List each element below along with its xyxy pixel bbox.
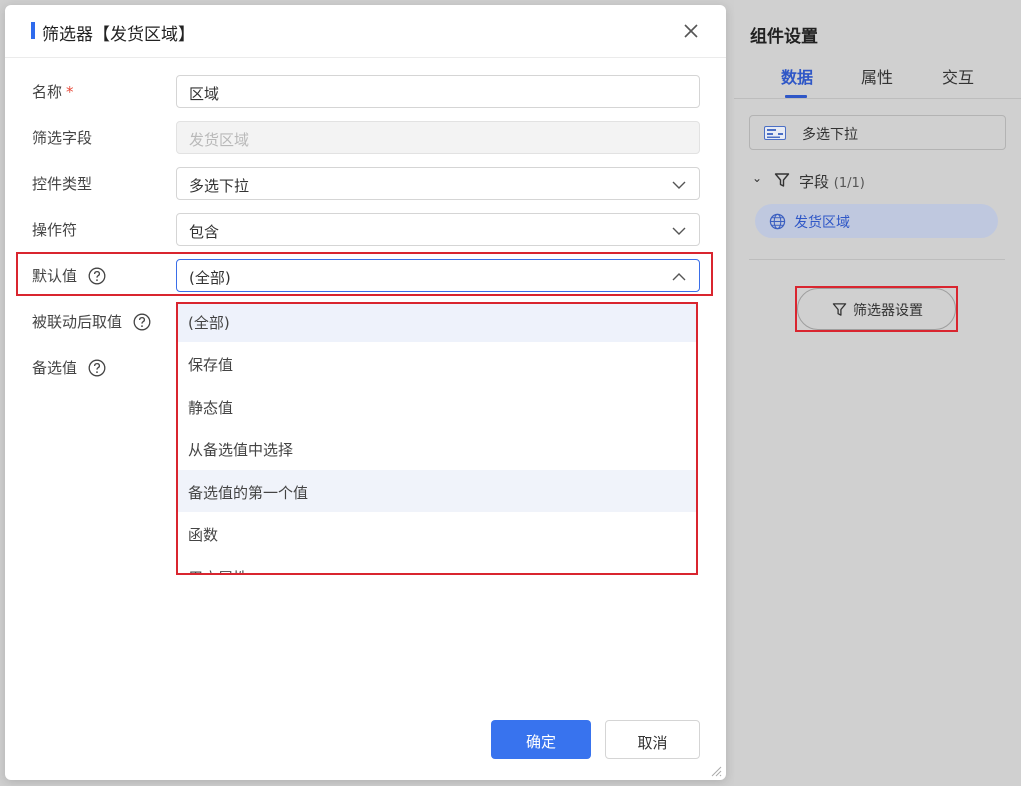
resize-handle-icon[interactable] xyxy=(710,765,722,777)
panel-tabs: 数据 属性 交互 xyxy=(734,60,1021,100)
dropdown-option[interactable]: 从备选值中选择 xyxy=(178,427,696,469)
chevron-down-icon[interactable]: ⌄ xyxy=(752,171,762,185)
dropdown-option[interactable]: 函数 xyxy=(178,512,696,554)
field-group-label: 字段 xyxy=(799,173,830,191)
help-icon[interactable] xyxy=(88,359,106,377)
dropdown-option[interactable]: 保存值 xyxy=(178,342,696,384)
panel-title: 组件设置 xyxy=(750,27,818,47)
tab-properties[interactable]: 属性 xyxy=(861,64,893,88)
chevron-down-icon xyxy=(672,181,686,189)
divider xyxy=(749,259,1005,260)
control-type-value: 多选下拉 xyxy=(189,177,250,195)
chevron-down-icon xyxy=(672,227,686,235)
filter-field-value: 发货区域 xyxy=(189,131,250,149)
dropdown-option[interactable]: (全部) xyxy=(178,304,696,342)
linked-value-label: 被联动后取值 xyxy=(32,311,151,332)
confirm-button[interactable]: 确定 xyxy=(491,720,591,759)
filter-dialog: 筛选器【发货区域】 名称 * 区域 筛选字段 发货区域 控件类型 多选下拉 操作符… xyxy=(5,5,726,780)
dropdown-option[interactable]: 用户属性 xyxy=(178,555,696,573)
filter-icon xyxy=(774,173,790,187)
filter-settings-label: 筛选器设置 xyxy=(853,303,923,319)
tab-interaction[interactable]: 交互 xyxy=(942,64,974,88)
tab-data[interactable]: 数据 xyxy=(781,64,813,88)
highlight-box xyxy=(16,252,713,296)
component-settings-panel: 组件设置 数据 属性 交互 多选下拉 ⌄ 字段 (1/1) 发货区域 筛选器设置 xyxy=(734,0,1021,786)
operator-value: 包含 xyxy=(189,223,220,241)
control-type-select[interactable]: 多选下拉 xyxy=(176,167,700,200)
multi-select-icon xyxy=(764,126,786,140)
operator-select[interactable]: 包含 xyxy=(176,213,700,246)
component-type-label: 多选下拉 xyxy=(802,127,858,143)
field-group-count: (1/1) xyxy=(833,176,865,191)
dialog-header: 筛选器【发货区域】 xyxy=(5,5,726,58)
name-value: 区域 xyxy=(189,85,220,103)
dropdown-option[interactable]: 备选值的第一个值 xyxy=(178,470,696,512)
options-label: 备选值 xyxy=(32,357,106,378)
divider xyxy=(734,98,1021,99)
name-label: 名称 * xyxy=(32,83,74,101)
title-accent-bar xyxy=(31,22,35,39)
filter-settings-button[interactable]: 筛选器设置 xyxy=(797,288,956,330)
name-input[interactable]: 区域 xyxy=(176,75,700,108)
globe-icon xyxy=(769,213,786,230)
dialog-title: 筛选器【发货区域】 xyxy=(42,25,195,45)
default-value-dropdown: (全部) 保存值 静态值 从备选值中选择 备选值的第一个值 函数 用户属性 xyxy=(176,302,698,575)
component-type-selector[interactable]: 多选下拉 xyxy=(749,115,1006,150)
operator-label: 操作符 xyxy=(32,221,78,239)
filter-field-label: 筛选字段 xyxy=(32,129,93,147)
filter-field-input: 发货区域 xyxy=(176,121,700,154)
close-icon[interactable] xyxy=(681,21,701,41)
help-icon[interactable] xyxy=(133,313,151,331)
required-star: * xyxy=(66,83,74,101)
field-chip-shipping-region[interactable]: 发货区域 xyxy=(755,204,998,238)
filter-icon xyxy=(832,303,847,316)
dropdown-option[interactable]: 静态值 xyxy=(178,385,696,427)
cancel-button[interactable]: 取消 xyxy=(605,720,700,759)
control-type-label: 控件类型 xyxy=(32,175,93,193)
field-chip-label: 发货区域 xyxy=(794,215,850,231)
